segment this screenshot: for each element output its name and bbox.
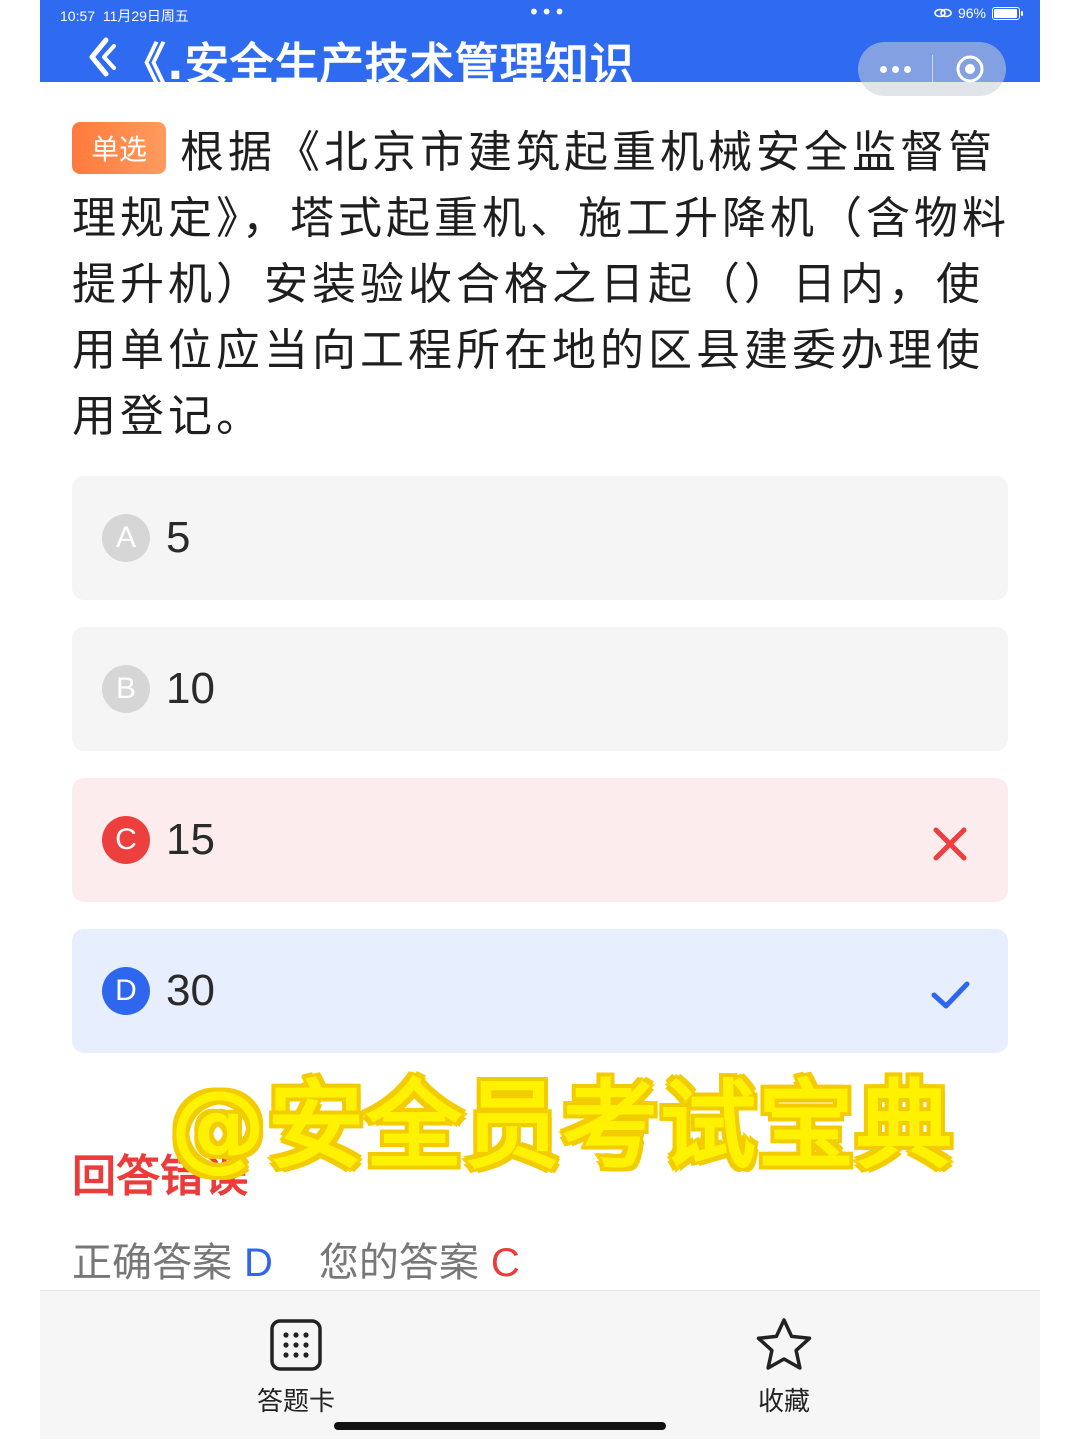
status-time: 10:57 11月29日周五 [60,8,189,24]
home-indicator [334,1422,666,1430]
link-icon [934,8,952,18]
correct-answer-label: 正确答案 [72,1240,232,1286]
option-b[interactable]: B 10 [72,627,1008,751]
status-right: 96% [934,5,1023,21]
option-letter: B [102,665,150,713]
your-answer-label: 您的答案 [318,1240,479,1286]
option-c[interactable]: C 15 [72,778,1008,902]
option-d[interactable]: D 30 [72,929,1008,1053]
option-text: 15 [166,815,215,864]
status-dots-icon: ••• [528,0,567,24]
option-letter: D [102,967,150,1015]
answer-card-button[interactable]: 答题卡 [216,1317,376,1418]
question-text: 根据《北京市建筑起重机械安全监督管理规定》，塔式起重机、施工升降机（含物料提升机… [72,127,1010,442]
option-text: 30 [166,966,215,1015]
page-title: 《.安全生产技术管理知识 [122,39,635,90]
mini-program-capsule [858,42,1006,96]
title-bar: 10:57 11月29日周五 ••• 96% 《.安全生产技术管理知识 [40,0,1040,96]
screen: 10:57 11月29日周五 ••• 96% 《.安全生产技术管理知识 单选 根… [40,0,1040,1439]
favorite-label: 收藏 [757,1387,810,1417]
star-icon [756,1318,812,1370]
battery-icon [992,6,1023,20]
answer-summary: 正确答案 D 您的答案 C [72,1230,520,1288]
your-answer-value: C [490,1241,520,1285]
back-chevron-icon[interactable] [84,36,118,78]
option-text: 5 [166,513,191,562]
wrong-x-icon [933,827,967,861]
bottom-nav: 答题卡 收藏 [40,1290,1040,1439]
favorite-button[interactable]: 收藏 [704,1317,864,1418]
grid-card-icon [270,1319,322,1371]
option-a[interactable]: A 5 [72,476,1008,600]
target-circle-icon[interactable] [933,53,1006,85]
correct-check-icon [931,981,970,1009]
more-dots-icon[interactable] [858,65,932,73]
option-letter: C [102,816,150,864]
option-text: 10 [166,664,215,713]
battery-percent: 96% [957,5,986,21]
correct-answer-value: D [244,1241,273,1285]
watermark: @安全员考试宝典 [167,1067,955,1185]
option-letter: A [102,514,150,562]
answer-card-label: 答题卡 [256,1387,335,1417]
